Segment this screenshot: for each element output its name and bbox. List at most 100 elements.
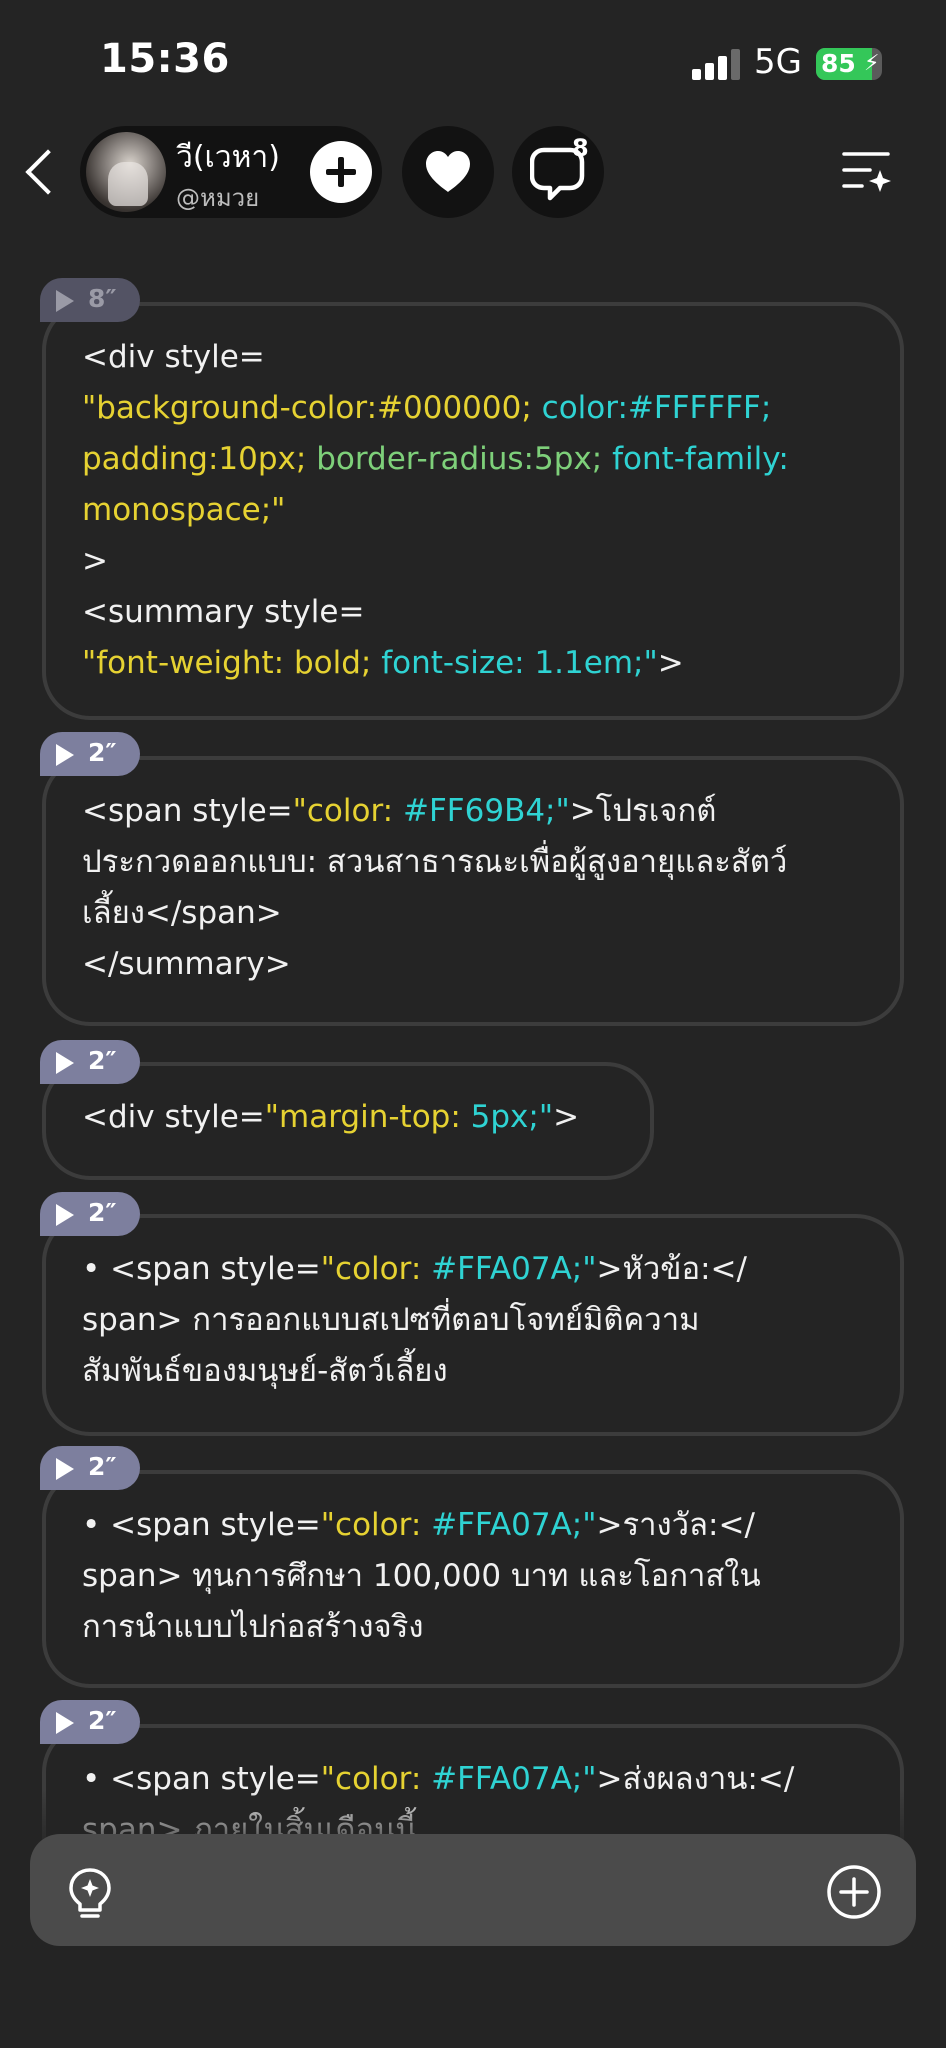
code-segment: > bbox=[657, 645, 684, 681]
like-button[interactable] bbox=[402, 126, 494, 218]
code-segment: span> การออกแบบสเปซที่ตอบโจทย์มิติความ bbox=[82, 1302, 700, 1338]
message-line: • <span style="color: #FFA07A;">รางวัล:<… bbox=[82, 1500, 761, 1551]
lightbulb-icon[interactable] bbox=[66, 1866, 114, 1924]
message-text: <div style="margin-top: 5px;"> bbox=[82, 1092, 579, 1143]
message-line: <div style="margin-top: 5px;"> bbox=[82, 1092, 579, 1143]
voice-duration: 2″ bbox=[88, 1046, 117, 1075]
code-segment: >รางวัล:</ bbox=[596, 1507, 755, 1543]
message-line: span> ทุนการศึกษา 100,000 บาท และโอกาสใน bbox=[82, 1551, 761, 1602]
code-segment: <div style= bbox=[82, 339, 265, 375]
message-line: monospace;" bbox=[82, 485, 789, 536]
back-button[interactable] bbox=[20, 140, 64, 200]
voice-play-tag[interactable]: 2″ bbox=[40, 1446, 140, 1490]
code-segment: #FFA07A;" bbox=[431, 1507, 597, 1543]
code-segment: <div style= bbox=[82, 1099, 265, 1135]
message-text: • <span style="color: #FFA07A;">หัวข้อ:<… bbox=[82, 1244, 747, 1397]
code-segment: color:#FFFFFF; bbox=[541, 390, 772, 426]
message-line: • <span style="color: #FFA07A;">หัวข้อ:<… bbox=[82, 1244, 747, 1295]
code-segment: </summary> bbox=[82, 946, 291, 982]
plus-circle-icon[interactable] bbox=[826, 1864, 882, 1924]
play-icon bbox=[56, 1052, 74, 1074]
charging-bolt-icon: ⚡ bbox=[864, 51, 880, 76]
message-line: สัมพันธ์ของมนุษย์-สัตว์เลี้ยง bbox=[82, 1346, 747, 1397]
heart-icon bbox=[426, 151, 470, 192]
input-bar[interactable] bbox=[30, 1834, 916, 1946]
profile-handle: @หมวย bbox=[176, 184, 260, 212]
code-segment: เลี้ยง</span> bbox=[82, 895, 282, 931]
message-text: <span style="color: #FF69B4;">โปรเจกต์ปร… bbox=[82, 786, 787, 990]
play-icon bbox=[56, 1712, 74, 1734]
message-line: เลี้ยง</span> bbox=[82, 888, 787, 939]
code-segment: >หัวข้อ:</ bbox=[596, 1251, 747, 1287]
voice-play-tag[interactable]: 2″ bbox=[40, 1700, 140, 1744]
code-segment: border-radius:5px; bbox=[316, 441, 613, 477]
comment-button[interactable]: 8 bbox=[512, 126, 604, 218]
message-line: ประกวดออกแบบ: สวนสาธารณะเพื่อผู้สูงอายุแ… bbox=[82, 837, 787, 888]
code-segment: การนำแบบไปก่อสร้างจริง bbox=[82, 1609, 424, 1645]
play-icon bbox=[56, 744, 74, 766]
voice-duration: 2″ bbox=[88, 1198, 117, 1227]
menu-button[interactable] bbox=[840, 146, 892, 196]
code-segment: "background-color:#000000; bbox=[82, 390, 542, 426]
code-segment: • <span style= bbox=[82, 1507, 321, 1543]
play-icon bbox=[56, 1204, 74, 1226]
message-line: <summary style= bbox=[82, 587, 789, 638]
code-segment: <span style= bbox=[82, 793, 293, 829]
battery-level: 85 bbox=[821, 49, 856, 78]
message-bubble[interactable]: • <span style="color: #FFA07A;">รางวัล:<… bbox=[42, 1470, 904, 1688]
signal-icon bbox=[692, 48, 740, 80]
code-segment: > bbox=[82, 543, 108, 579]
avatar[interactable] bbox=[86, 132, 166, 212]
status-time: 15:36 bbox=[100, 36, 230, 82]
voice-play-tag[interactable]: 2″ bbox=[40, 732, 140, 776]
code-segment: "font-weight: bold; bbox=[82, 645, 382, 681]
code-segment: "margin-top: bbox=[264, 1099, 471, 1135]
message-line: การนำแบบไปก่อสร้างจริง bbox=[82, 1602, 761, 1653]
code-segment: font-size: 1.1em;" bbox=[381, 645, 658, 681]
message-line: </summary> bbox=[82, 939, 787, 990]
code-segment: สัมพันธ์ของมนุษย์-สัตว์เลี้ยง bbox=[82, 1353, 448, 1389]
voice-duration: 8″ bbox=[88, 284, 117, 313]
message-bubble[interactable]: • <span style="color: #FFA07A;">หัวข้อ:<… bbox=[42, 1214, 904, 1436]
voice-duration: 2″ bbox=[88, 738, 117, 767]
play-icon bbox=[56, 1458, 74, 1480]
code-segment: padding:10px; bbox=[82, 441, 317, 477]
network-label: 5G bbox=[754, 42, 802, 82]
message-bubble[interactable]: <span style="color: #FF69B4;">โปรเจกต์ปร… bbox=[42, 756, 904, 1026]
battery-icon: 85 ⚡ bbox=[816, 48, 882, 80]
message-line: span> การออกแบบสเปซที่ตอบโจทย์มิติความ bbox=[82, 1295, 747, 1346]
voice-play-tag[interactable]: 2″ bbox=[40, 1040, 140, 1084]
list-sparkle-icon bbox=[842, 152, 891, 192]
voice-play-tag[interactable]: 2″ bbox=[40, 1192, 140, 1236]
code-segment: >โปรเจกต์ bbox=[569, 793, 717, 829]
voice-duration: 2″ bbox=[88, 1706, 117, 1735]
message-text: <div style= "background-color:#000000; co… bbox=[82, 332, 789, 689]
message-line: padding:10px; border-radius:5px; font-fa… bbox=[82, 434, 789, 485]
voice-play-tag[interactable]: 8″ bbox=[40, 278, 140, 322]
comment-count: 8 bbox=[572, 134, 589, 162]
code-segment: "color: bbox=[320, 1507, 432, 1543]
code-segment: > bbox=[553, 1099, 580, 1135]
code-segment: span> ทุนการศึกษา 100,000 บาท และโอกาสใน bbox=[82, 1558, 761, 1594]
code-segment: #FF69B4;" bbox=[402, 793, 570, 829]
code-segment: • <span style= bbox=[82, 1251, 321, 1287]
follow-button[interactable] bbox=[310, 141, 372, 203]
code-segment: "color: bbox=[320, 1251, 432, 1287]
message-line: "background-color:#000000; color:#FFFFFF… bbox=[82, 383, 789, 434]
code-segment: font-family: bbox=[612, 441, 789, 477]
message-text: • <span style="color: #FFA07A;">รางวัล:<… bbox=[82, 1500, 761, 1653]
voice-duration: 2″ bbox=[88, 1452, 117, 1481]
code-segment: "color: bbox=[292, 793, 403, 829]
status-bar: 15:36 5G 85 ⚡ bbox=[0, 0, 946, 120]
profile-pill[interactable]: วี(เวหา) @หมวย bbox=[80, 126, 382, 218]
code-segment: monospace;" bbox=[82, 492, 286, 528]
message-bubble[interactable]: <div style="margin-top: 5px;"> bbox=[42, 1062, 654, 1180]
profile-name: วี(เวหา) bbox=[176, 140, 280, 175]
code-segment: <summary style= bbox=[82, 594, 365, 630]
message-bubble[interactable]: <div style= "background-color:#000000; co… bbox=[42, 302, 904, 720]
message-line: <div style= bbox=[82, 332, 789, 383]
code-segment: 5px;" bbox=[470, 1099, 554, 1135]
message-line: > bbox=[82, 536, 789, 587]
message-line: "font-weight: bold; font-size: 1.1em;"> bbox=[82, 638, 789, 689]
code-segment: #FFA07A;" bbox=[431, 1251, 597, 1287]
